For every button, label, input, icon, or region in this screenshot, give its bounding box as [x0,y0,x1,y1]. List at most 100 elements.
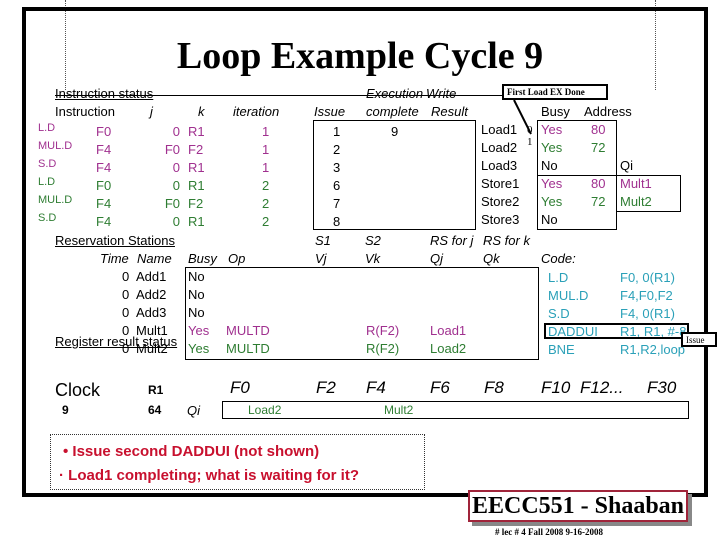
register-name: F0 [230,378,250,397]
issue-callout: Issue [681,332,717,347]
r1-value: 64 [148,403,162,417]
instruction-op: L.D [38,176,56,188]
register-name: F12... [580,378,624,397]
rs-op: MULTD [226,323,270,338]
header-qj: Qj [430,251,443,266]
rs-vk: R(F2) [366,341,400,356]
instruction-dest: F4 [96,160,112,175]
course-footer: EECC551 - Shaaban [468,490,688,522]
instruction-j: F0 [164,142,180,157]
instruction-j: 0 [172,178,180,193]
rs-time: 0 [122,287,130,302]
header-write: Write [426,86,457,101]
buffer-marker: 0 [527,124,533,136]
instruction-iteration: 1 [262,142,270,157]
header-name: Name [137,251,172,266]
instruction-op: S.D [38,212,57,224]
register-name: F8 [484,378,504,397]
buffer-busy: Yes [541,176,563,191]
r1-label: R1 [148,383,164,397]
code-args: F4,F0,F2 [620,288,673,303]
instruction-j: 0 [172,160,180,175]
buffer-name: Store2 [481,194,520,209]
code-op: BNE [548,342,575,357]
rs-busy: No [188,287,205,302]
rs-busy: Yes [188,323,210,338]
rs-busy: Yes [188,341,210,356]
instruction-k: R1 [188,214,205,229]
header-rs-for-k: RS for k [483,233,530,248]
rs-vk: R(F2) [366,323,400,338]
header-s2: S2 [365,233,381,248]
code-op: MUL.D [548,288,589,303]
bullet-icon: • [63,443,73,460]
register-status-label: Register result status [55,334,178,349]
header-j: j [150,104,153,119]
instruction-k: F2 [188,142,204,157]
buffer-name: Load3 [481,158,518,173]
instruction-k: F2 [188,196,204,211]
clock-label: Clock [55,380,101,400]
buffer-marker: 1 [527,136,533,148]
header-address: Address [584,104,632,119]
instruction-iteration: 1 [262,124,270,139]
rs-qj: Load2 [430,341,467,356]
code-label: Code: [541,251,576,266]
note-item: · Load1 completing; what is waiting for … [59,467,360,484]
qi-label: Qi [187,403,200,418]
register-name: F2 [316,378,336,397]
code-args: F4, 0(R1) [620,306,675,321]
instruction-iteration: 1 [262,160,270,175]
instruction-issue-cycle: 8 [333,214,341,229]
header-k: k [198,104,205,119]
rs-name: Add3 [136,305,167,320]
instruction-op: L.D [38,122,56,134]
header-s1: S1 [315,233,331,248]
register-name: F6 [430,378,450,397]
buffer-busy: Yes [541,140,563,155]
note-item: • Issue second DADDUI (not shown) [63,443,320,460]
instruction-op: S.D [38,158,57,170]
buffer-qi: Mult1 [620,176,652,191]
rs-busy: No [188,305,205,320]
bullet-icon: · [59,467,69,484]
header-vk: Vk [365,251,381,266]
instruction-status-label: Instruction status [55,86,154,101]
rs-name: Add2 [136,287,167,302]
instruction-exec-cycle: 9 [391,124,399,139]
instruction-issue-cycle: 2 [333,142,341,157]
instruction-iteration: 2 [262,214,270,229]
daddui-highlight-box [544,323,689,339]
register-name: F10 [541,378,571,397]
header-op: Op [228,251,246,266]
instruction-j: F0 [164,196,180,211]
instruction-op: MUL.D [38,140,73,152]
buffer-busy: No [541,158,558,173]
buffer-address: 72 [591,140,606,155]
register-name: F4 [366,378,386,397]
header-rs-busy: Busy [188,251,217,266]
instruction-iteration: 2 [262,178,270,193]
rs-qj: Load1 [430,323,467,338]
buffer-qi: Mult2 [620,194,652,209]
header-busy: Busy [541,104,570,119]
rs-time: 0 [122,269,130,284]
instruction-op: MUL.D [38,194,73,206]
page-title: Loop Example Cycle 9 [176,35,544,77]
rs-time: 0 [122,305,130,320]
buffer-busy: Yes [541,122,563,137]
instruction-k: R1 [188,178,205,193]
rs-name: Add1 [136,269,167,284]
register-name: F30 [647,378,677,397]
buffer-address: 72 [591,194,606,209]
header-vj: Vj [315,251,327,266]
header-result: Result [431,104,468,119]
header-complete: complete [366,104,419,119]
rs-op: MULTD [226,341,270,356]
instruction-k: R1 [188,124,205,139]
header-execution: Execution [366,86,424,101]
code-op: S.D [548,306,570,321]
buffer-name: Load2 [481,140,518,155]
buffer-name: Store1 [481,176,520,191]
clock-value: 9 [62,403,69,417]
